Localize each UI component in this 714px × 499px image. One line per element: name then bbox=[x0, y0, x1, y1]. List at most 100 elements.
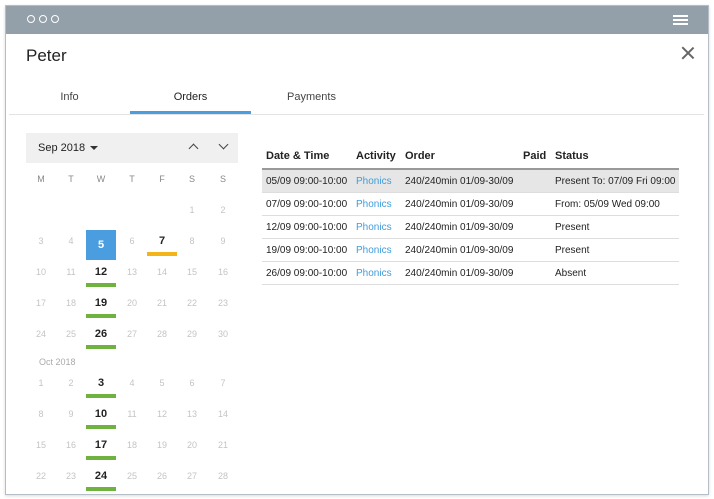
calendar-day[interactable]: 28 bbox=[147, 327, 177, 341]
close-icon[interactable] bbox=[680, 45, 696, 61]
page-title: Peter bbox=[26, 46, 67, 65]
calendar-day[interactable]: 3 bbox=[26, 234, 56, 248]
calendar-day[interactable]: 23 bbox=[208, 296, 238, 310]
calendar-day[interactable]: 30 bbox=[208, 327, 238, 341]
booking-indicator-bar bbox=[86, 314, 116, 318]
calendar-day[interactable]: 15 bbox=[177, 265, 207, 279]
calendar-day[interactable]: 5 bbox=[86, 230, 116, 260]
cell-activity[interactable]: Phonics bbox=[352, 169, 401, 193]
calendar-day[interactable]: 12 bbox=[147, 407, 177, 421]
calendar-day[interactable]: 20 bbox=[177, 438, 207, 452]
calendar-day[interactable]: 25 bbox=[117, 469, 147, 483]
cell-status: Present bbox=[551, 215, 680, 239]
calendar-day[interactable]: 24 bbox=[26, 327, 56, 341]
calendar-day[interactable]: 27 bbox=[117, 327, 147, 341]
month-selector[interactable]: Sep 2018 bbox=[38, 142, 99, 154]
orders-table: Date & Time Activity Order Paid Status 0… bbox=[262, 144, 680, 285]
calendar-day[interactable]: 1 bbox=[26, 376, 56, 390]
title-bar bbox=[6, 6, 708, 34]
cell-order: 240/240min 01/09-30/09 bbox=[401, 169, 519, 193]
weekday-label: M bbox=[37, 174, 45, 184]
chevron-up-icon[interactable] bbox=[188, 143, 199, 154]
calendar-day[interactable]: 7 bbox=[147, 234, 177, 248]
calendar-day[interactable]: 2 bbox=[56, 376, 86, 390]
calendar-day[interactable]: 8 bbox=[177, 234, 207, 248]
calendar-day[interactable]: 4 bbox=[56, 234, 86, 248]
calendar-day[interactable]: 24 bbox=[86, 469, 116, 483]
calendar-day[interactable]: 21 bbox=[208, 438, 238, 452]
calendar-day[interactable]: 18 bbox=[117, 438, 147, 452]
calendar-day[interactable]: 5 bbox=[147, 376, 177, 390]
calendar-day[interactable]: 19 bbox=[147, 438, 177, 452]
booking-indicator-bar bbox=[86, 345, 116, 349]
cell-status: Present bbox=[551, 238, 680, 262]
calendar-day[interactable]: 20 bbox=[117, 296, 147, 310]
month-label: Sep 2018 bbox=[38, 142, 86, 154]
tab-info[interactable]: Info bbox=[9, 86, 130, 114]
weekday-label: T bbox=[129, 174, 135, 184]
calendar-day[interactable]: 13 bbox=[117, 265, 147, 279]
calendar-day[interactable]: 29 bbox=[177, 327, 207, 341]
col-header-date: Date & Time bbox=[262, 144, 352, 170]
tab-orders[interactable]: Orders bbox=[130, 86, 251, 114]
calendar-day[interactable]: 9 bbox=[56, 407, 86, 421]
table-row[interactable]: 26/09 09:00-10:00 Phonics 240/240min 01/09… bbox=[262, 261, 680, 285]
calendar-day[interactable]: 17 bbox=[26, 296, 56, 310]
calendar-day[interactable]: 13 bbox=[177, 407, 207, 421]
table-row[interactable]: 19/09 09:00-10:00 Phonics 240/240min 01/09… bbox=[262, 238, 680, 262]
calendar-day[interactable]: 1 bbox=[177, 203, 207, 217]
calendar-day[interactable]: 25 bbox=[56, 327, 86, 341]
col-header-paid: Paid bbox=[519, 144, 551, 170]
calendar-day[interactable]: 6 bbox=[177, 376, 207, 390]
cell-activity[interactable]: Phonics bbox=[352, 238, 401, 262]
cell-order: 240/240min 01/09-30/09 bbox=[401, 261, 519, 285]
calendar-day[interactable]: 22 bbox=[177, 296, 207, 310]
calendar-day[interactable]: 21 bbox=[147, 296, 177, 310]
tab-payments[interactable]: Payments bbox=[251, 86, 372, 114]
cell-activity[interactable]: Phonics bbox=[352, 192, 401, 216]
calendar-day[interactable]: 28 bbox=[208, 469, 238, 483]
calendar-day[interactable]: 11 bbox=[56, 265, 86, 279]
tab-bar: Info Orders Payments bbox=[9, 86, 704, 115]
calendar-day[interactable]: 14 bbox=[208, 407, 238, 421]
calendar-day[interactable]: 11 bbox=[117, 407, 147, 421]
calendar-day[interactable]: 7 bbox=[208, 376, 238, 390]
table-row[interactable]: 12/09 09:00-10:00 Phonics 240/240min 01/09… bbox=[262, 215, 680, 239]
calendar-day[interactable]: 16 bbox=[208, 265, 238, 279]
calendar-day[interactable]: 17 bbox=[86, 438, 116, 452]
calendar-day[interactable]: 3 bbox=[86, 376, 116, 390]
calendar-day[interactable]: 22 bbox=[26, 469, 56, 483]
calendar-day[interactable]: 12 bbox=[86, 265, 116, 279]
hamburger-menu-icon[interactable] bbox=[673, 15, 688, 25]
calendar-day[interactable]: 6 bbox=[117, 234, 147, 248]
calendar-day[interactable]: 18 bbox=[56, 296, 86, 310]
calendar-day[interactable]: 9 bbox=[208, 234, 238, 248]
calendar-day[interactable]: 8 bbox=[26, 407, 56, 421]
cell-activity[interactable]: Phonics bbox=[352, 261, 401, 285]
chevron-down-icon[interactable] bbox=[218, 139, 229, 150]
cell-date: 12/09 09:00-10:00 bbox=[262, 215, 352, 239]
cell-activity[interactable]: Phonics bbox=[352, 215, 401, 239]
table-row[interactable]: 05/09 09:00-10:00 Phonics 240/240min 01/09… bbox=[262, 169, 680, 193]
calendar-day[interactable]: 26 bbox=[147, 469, 177, 483]
calendar-day[interactable]: 27 bbox=[177, 469, 207, 483]
cell-order: 240/240min 01/09-30/09 bbox=[401, 238, 519, 262]
month-label-oct: Oct 2018 bbox=[39, 357, 76, 367]
calendar-day[interactable]: 15 bbox=[26, 438, 56, 452]
booking-indicator-bar bbox=[147, 252, 177, 256]
calendar-day[interactable]: 10 bbox=[86, 407, 116, 421]
calendar-day[interactable]: 14 bbox=[147, 265, 177, 279]
cell-status: Present To: 07/09 Fri 09:00 bbox=[551, 169, 680, 193]
calendar-day[interactable]: 16 bbox=[56, 438, 86, 452]
weekday-label: F bbox=[159, 174, 165, 184]
table-row[interactable]: 07/09 09:00-10:00 Phonics 240/240min 01/09… bbox=[262, 192, 680, 216]
calendar-header: Sep 2018 bbox=[26, 133, 238, 163]
calendar-day[interactable]: 4 bbox=[117, 376, 147, 390]
cell-paid bbox=[519, 215, 551, 239]
calendar-day[interactable]: 2 bbox=[208, 203, 238, 217]
app-window: Peter Info Orders Payments Sep 2018 M T W T… bbox=[5, 5, 709, 495]
calendar-day[interactable]: 23 bbox=[56, 469, 86, 483]
calendar-day[interactable]: 26 bbox=[86, 327, 116, 341]
calendar-day[interactable]: 10 bbox=[26, 265, 56, 279]
calendar-day[interactable]: 19 bbox=[86, 296, 116, 310]
